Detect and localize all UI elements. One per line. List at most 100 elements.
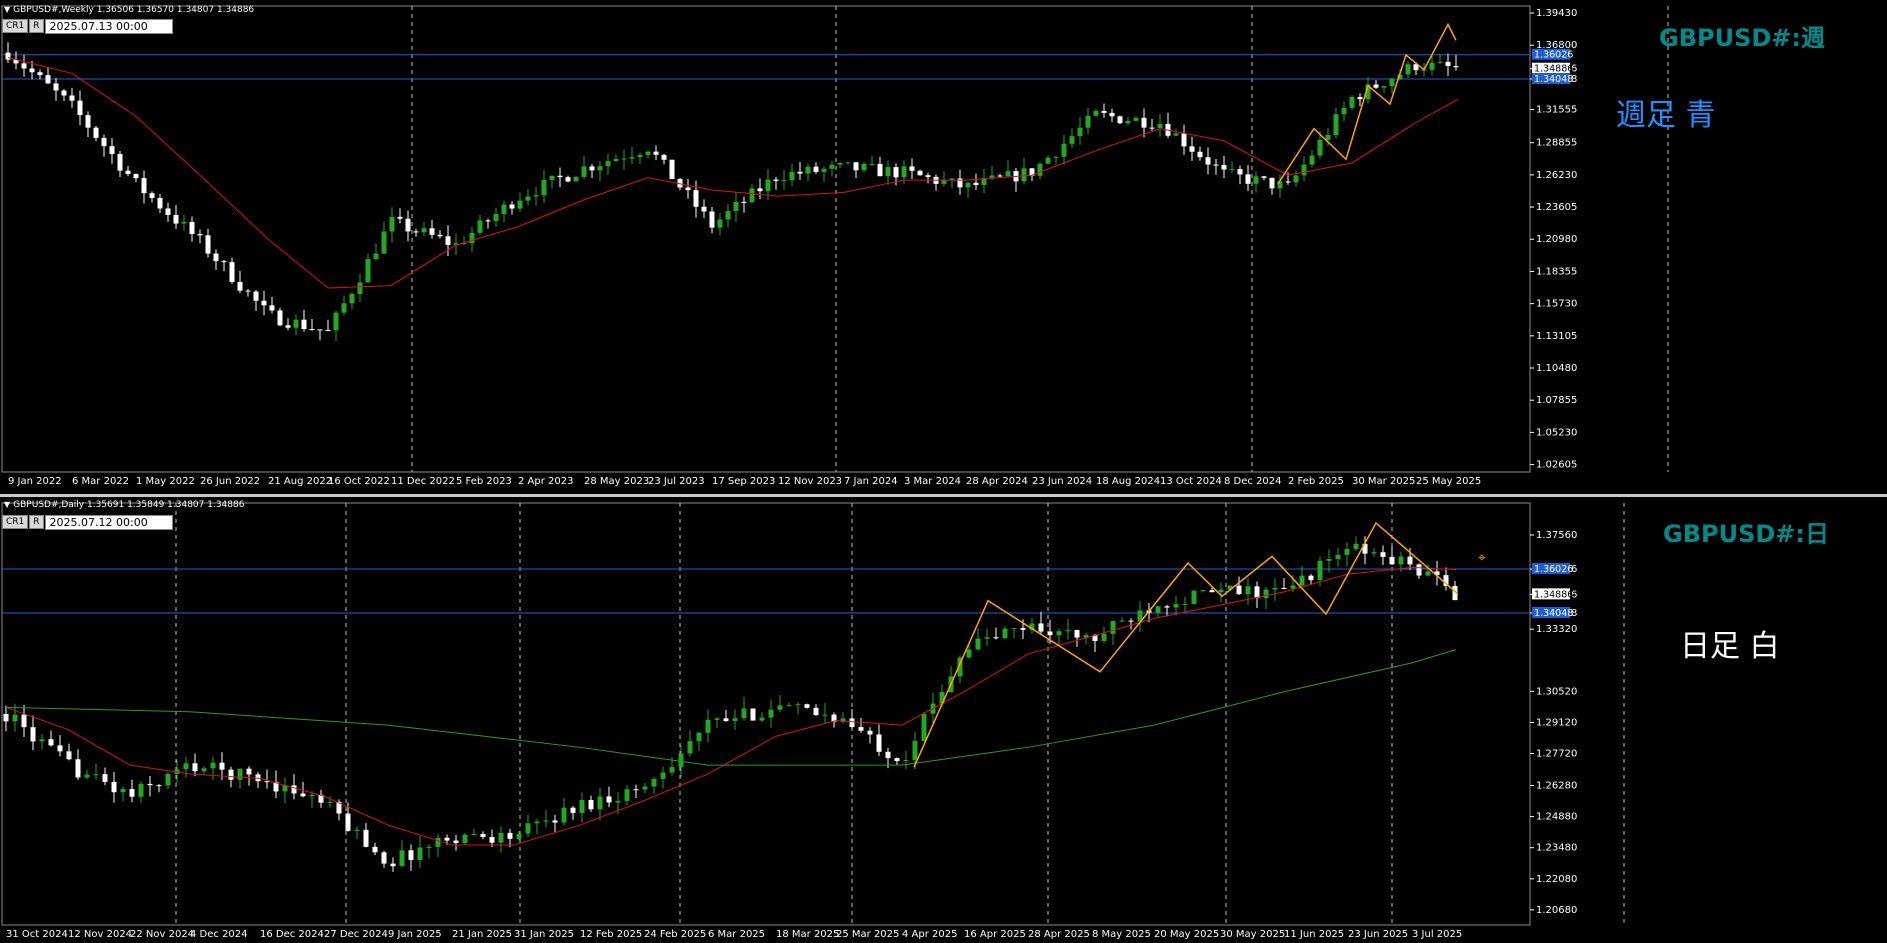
- candle-body: [909, 166, 915, 171]
- candle-body: [1285, 181, 1291, 183]
- candle-body: [165, 773, 171, 786]
- candle-body: [149, 193, 155, 199]
- candle-body: [1189, 146, 1195, 152]
- date-tick-label: 13 Oct 2024: [1160, 476, 1222, 487]
- price-tick-label: 1.15730: [1536, 299, 1577, 310]
- weekly-datetime-field[interactable]: 2025.07.13 00:00: [44, 19, 173, 34]
- date-tick-label: 7 Jan 2024: [844, 476, 898, 487]
- candle-body: [1437, 61, 1443, 63]
- candle-body: [1299, 575, 1305, 586]
- candle-body: [660, 772, 666, 779]
- candle-body: [1253, 176, 1259, 184]
- candle-body: [1272, 588, 1278, 590]
- candle-body: [477, 220, 483, 233]
- candle-body: [642, 786, 648, 790]
- candle-body: [588, 800, 594, 810]
- date-tick-label: 21 Aug 2022: [268, 476, 332, 487]
- candle-body: [1269, 177, 1275, 189]
- candle-body: [877, 163, 883, 177]
- candle-body: [373, 253, 379, 260]
- collapse-triangle-icon[interactable]: ▼: [4, 5, 10, 14]
- candle-body: [173, 214, 179, 224]
- candle-body: [651, 778, 657, 787]
- zigzag-line: [1277, 22, 1457, 185]
- candle-body: [749, 188, 755, 202]
- candle-body: [637, 154, 643, 158]
- price-tick-label: 1.22080: [1536, 874, 1577, 885]
- candle-body: [1416, 564, 1422, 576]
- weekly-chart-note: 週足 青: [1616, 98, 1716, 133]
- candle-body: [741, 201, 747, 203]
- price-tick-label: 1.28855: [1536, 138, 1577, 149]
- candle-body: [317, 329, 323, 331]
- candle-body: [501, 204, 507, 214]
- candle-body: [579, 800, 585, 813]
- candle-body: [1229, 169, 1235, 171]
- candle-body: [885, 751, 891, 759]
- daily-datetime-field[interactable]: 2025.07.12 00:00: [44, 515, 173, 530]
- candle-body: [925, 175, 931, 177]
- candle-body: [757, 188, 763, 192]
- daily-info-text: GBPUSD#,Daily 1.35691 1.35849 1.34807 1.…: [13, 500, 245, 510]
- price-tick-label: 1.02605: [1536, 460, 1577, 471]
- candle-body: [291, 785, 297, 794]
- candle-body: [21, 63, 27, 69]
- candle-body: [561, 807, 567, 823]
- candle-body: [21, 714, 27, 728]
- candle-body: [921, 713, 927, 741]
- candle-body: [821, 168, 827, 172]
- price-tick-label: 1.18355: [1536, 266, 1577, 277]
- candle-body: [101, 137, 107, 147]
- daily-toolbar: CR1 R 2025.07.12 00:00: [2, 515, 173, 530]
- weekly-r-button[interactable]: R: [29, 19, 44, 33]
- candle-body: [39, 739, 45, 742]
- candle-body: [845, 162, 851, 164]
- daily-cr1-button[interactable]: CR1: [2, 515, 29, 529]
- candle-body: [37, 72, 43, 76]
- candle-body: [29, 68, 35, 73]
- candle-body: [570, 807, 576, 813]
- price-tick-label: 1.39430: [1536, 8, 1577, 19]
- daily-r-button[interactable]: R: [29, 515, 44, 529]
- candle-body: [444, 837, 450, 841]
- date-tick-label: 18 Aug 2024: [1096, 476, 1160, 487]
- daily-chart-pane[interactable]: 1.37560 1.36026 1.34886 1.34048 1.33320 1.305…: [0, 497, 1887, 943]
- date-tick-label: 2 Apr 2023: [518, 476, 573, 487]
- candle-body: [1061, 143, 1067, 157]
- weekly-cr1-button[interactable]: CR1: [2, 19, 29, 33]
- candle-body: [372, 846, 378, 853]
- candle-body: [381, 852, 387, 864]
- candle-body: [1398, 556, 1404, 565]
- candle-body: [1164, 606, 1170, 608]
- price-tag-label: 1.36026: [1534, 50, 1573, 61]
- price-tick-label: 1.30520: [1536, 686, 1577, 697]
- date-tick-label: 22 Nov 2024: [130, 929, 194, 940]
- candle-body: [805, 166, 811, 174]
- price-tick-label: 1.10480: [1536, 363, 1577, 374]
- weekly-chart-canvas[interactable]: 1.394301.368001.348861.340481.315551.288…: [0, 0, 1887, 494]
- candle-body: [498, 832, 504, 843]
- daily-chart-canvas[interactable]: 1.37560 1.36026 1.34886 1.34048 1.33320 1.305…: [0, 497, 1887, 943]
- candle-body: [1200, 590, 1206, 592]
- candle-body: [507, 832, 513, 839]
- candle-body: [941, 180, 947, 184]
- candle-body: [687, 741, 693, 754]
- candle-body: [1381, 86, 1387, 88]
- candle-body: [1429, 62, 1435, 70]
- candle-body: [469, 232, 475, 244]
- candle-body: [493, 213, 499, 222]
- candle-body: [885, 167, 891, 177]
- weekly-chart-pane[interactable]: 1.394301.368001.348861.340481.315551.288…: [0, 0, 1887, 494]
- weekly-chart-title: GBPUSD#:週: [1659, 24, 1825, 52]
- candle-body: [867, 730, 873, 735]
- candle-body: [1141, 117, 1147, 128]
- candle-body: [822, 714, 828, 716]
- candle-body: [189, 221, 195, 235]
- collapse-triangle-icon[interactable]: ▼: [4, 500, 10, 509]
- candle-body: [965, 182, 971, 188]
- candle-body: [1110, 620, 1116, 634]
- candle-body: [1309, 155, 1315, 165]
- candle-body: [1125, 120, 1131, 124]
- candle-body: [709, 211, 715, 228]
- candle-body: [30, 727, 36, 742]
